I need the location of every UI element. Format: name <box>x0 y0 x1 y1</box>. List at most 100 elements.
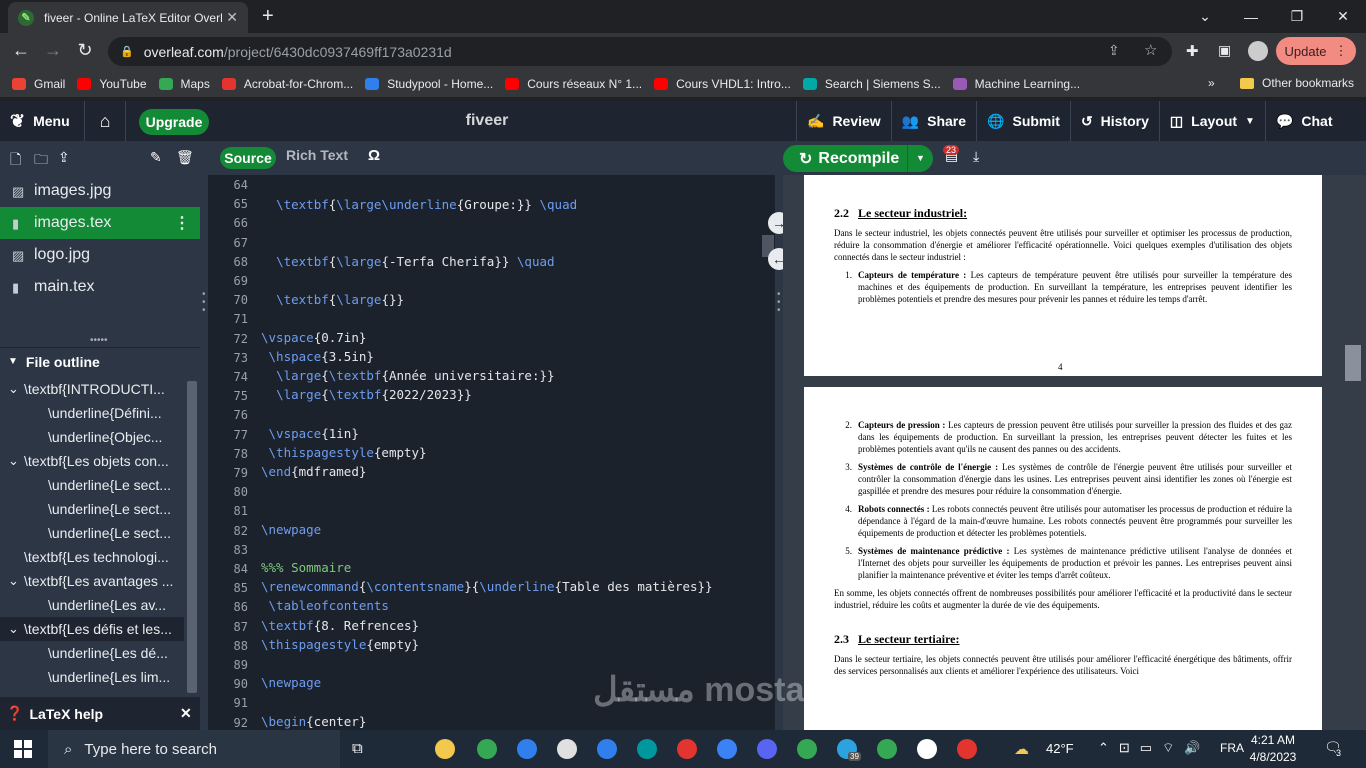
temperature[interactable]: 42°F <box>1046 741 1074 756</box>
code-editor[interactable]: \textbf{\large\underline{Groupe:}} \quad… <box>256 175 775 730</box>
file-item[interactable]: ▮ images.tex ⋮ <box>0 207 200 239</box>
chevron-down-icon[interactable]: ⌄ <box>8 453 24 469</box>
chrome-profile-icon[interactable] <box>794 737 820 761</box>
chevron-down-icon[interactable]: ⌄ <box>8 573 24 589</box>
outline-item[interactable]: ⌄ \textbf{Les objets con... <box>0 449 184 473</box>
bookmark-item[interactable]: Acrobat-for-Chrom... <box>221 77 353 91</box>
rich-text-tab[interactable]: Rich Text <box>286 147 348 163</box>
share-button[interactable]: 👥 Share <box>890 101 976 141</box>
profile-avatar[interactable] <box>1248 41 1268 61</box>
clock[interactable]: 4:21 AM 4/8/2023 <box>1240 732 1306 766</box>
latex-help-bar[interactable]: ❓ LaTeX help ✕ <box>0 697 200 730</box>
outline-item[interactable]: \underline{Le sect... <box>0 521 184 545</box>
outline-item[interactable]: ⌄ \textbf{INTRODUCTI... <box>0 377 184 401</box>
forward-icon[interactable]: → <box>38 40 68 61</box>
mail-icon[interactable] <box>514 737 540 761</box>
chevron-down-icon[interactable]: ⌄ <box>8 381 24 397</box>
tab-search-icon[interactable]: ⌄ <box>1182 0 1228 33</box>
bookmark-item[interactable]: Cours réseaux N° 1... <box>505 77 642 91</box>
outline-item[interactable]: \underline{Les dé... <box>0 641 184 665</box>
outline-item[interactable]: \textbf{Les technologi... <box>0 545 184 569</box>
menu-button[interactable]: ❦ Menu <box>10 101 70 141</box>
layout-button[interactable]: ◫ Layout ▼ <box>1158 101 1265 141</box>
chat-button[interactable]: 💬 Chat <box>1264 101 1343 141</box>
submit-button[interactable]: 🌐 Submit <box>976 101 1070 141</box>
bookmark-item[interactable]: Search | Siemens S... <box>802 77 941 91</box>
arduino-icon[interactable] <box>634 737 660 761</box>
delete-icon[interactable]: 🗑 <box>176 149 194 166</box>
outline-item[interactable]: \underline{Le sect... <box>0 497 184 521</box>
bookmark-item[interactable]: YouTube <box>77 77 147 91</box>
chrome-profile-2-icon[interactable] <box>874 737 900 761</box>
bookmark-star-icon[interactable]: ☆ <box>1144 41 1157 59</box>
close-window-icon[interactable]: ✕ <box>1320 0 1366 33</box>
close-help-icon[interactable]: ✕ <box>180 705 192 722</box>
left-splitter[interactable]: • • • <box>200 141 208 730</box>
pdf-viewer[interactable]: 2.2 Le secteur industriel: Dans le secte… <box>593 175 1366 730</box>
pdf-scrollbar[interactable] <box>1341 175 1366 730</box>
outline-item[interactable]: ⌄ \textbf{Les avantages ... <box>0 569 184 593</box>
file-item[interactable]: ▮ main.tex <box>0 271 200 303</box>
other-bookmarks[interactable]: Other bookmarks <box>1262 76 1354 90</box>
line-number: 89 <box>233 658 248 672</box>
file-explorer-icon[interactable] <box>432 737 458 761</box>
symbol-palette-button[interactable]: Ω <box>368 147 380 164</box>
chevron-down-icon[interactable]: ⌄ <box>8 621 24 637</box>
bookmark-item[interactable]: Maps <box>158 77 210 91</box>
outline-item[interactable]: \underline{Le sect... <box>0 473 184 497</box>
app-icon[interactable] <box>674 737 700 761</box>
outline-item[interactable]: \underline{Défini... <box>0 401 184 425</box>
bookmarks-overflow-icon[interactable]: » <box>1208 76 1215 90</box>
file-menu-icon[interactable]: ⋮ <box>174 213 190 233</box>
file-item[interactable]: ▨ logo.jpg <box>0 239 200 271</box>
review-button[interactable]: ✍ Review <box>796 101 891 141</box>
minimize-icon[interactable]: — <box>1228 0 1274 33</box>
outline-item[interactable]: ⌄ \textbf{Les défis et les... <box>0 617 184 641</box>
bookmark-item[interactable]: Machine Learning... <box>952 77 1080 91</box>
browser-tab[interactable]: ✎ fiveer - Online LaTeX Editor Overl ✕ <box>8 2 248 33</box>
project-name[interactable]: fiveer <box>440 101 534 141</box>
outline-item[interactable]: \underline{Les av... <box>0 593 184 617</box>
download-pdf-icon[interactable]: ⤓ <box>973 148 979 165</box>
new-folder-icon[interactable]: 🗀 <box>34 149 48 173</box>
restore-icon[interactable]: ❐ <box>1274 0 1320 33</box>
extensions-icon[interactable]: ✚ <box>1186 42 1199 60</box>
back-icon[interactable]: ← <box>6 40 36 61</box>
task-view-icon[interactable]: ⧉ <box>352 740 363 757</box>
url-field[interactable]: 🔒 overleaf.com /project/6430dc0937469ff1… <box>108 37 1172 66</box>
update-button[interactable]: Update ⋮ <box>1276 37 1356 65</box>
discord-icon[interactable] <box>754 737 780 761</box>
home-icon[interactable]: ⌂ <box>84 101 126 141</box>
share-page-icon[interactable]: ⇪ <box>1108 42 1120 59</box>
bookmark-item[interactable]: Studypool - Home... <box>365 77 493 91</box>
taskbar-search[interactable]: ⌕ Type here to search <box>48 730 340 768</box>
windows-start-icon[interactable] <box>14 740 32 758</box>
outline-item[interactable]: \underline{Objec... <box>0 425 184 449</box>
close-tab-icon[interactable]: ✕ <box>226 9 238 26</box>
notion-icon[interactable] <box>914 737 940 761</box>
upload-icon[interactable]: ⇪ <box>58 149 70 166</box>
outline-scrollbar[interactable] <box>184 377 200 697</box>
reload-icon[interactable]: ↻ <box>70 40 100 61</box>
recompile-button[interactable]: ↻ Recompile ▼ <box>783 145 933 172</box>
file-item[interactable]: ▨ images.jpg <box>0 175 200 207</box>
brackets-icon[interactable] <box>714 737 740 761</box>
side-panel-icon[interactable]: ▣ <box>1218 42 1231 59</box>
new-file-icon[interactable]: 🗋 <box>10 149 21 173</box>
new-tab-icon[interactable]: + <box>262 5 274 28</box>
resize-handle[interactable]: ••••• <box>90 335 108 346</box>
paint-icon[interactable] <box>554 737 580 761</box>
chrome-icon[interactable] <box>474 737 500 761</box>
file-outline-header[interactable]: ▼ File outline <box>0 347 200 375</box>
recompile-options-icon[interactable]: ▼ <box>907 145 933 172</box>
tray-icons[interactable]: ⌃⊡▭⌔🔊 <box>1098 740 1210 756</box>
chrome-profile-3-icon[interactable] <box>954 737 980 761</box>
source-tab[interactable]: Source <box>220 147 276 169</box>
bookmark-item[interactable]: Gmail <box>12 77 65 91</box>
history-button[interactable]: ↺ History <box>1069 101 1159 141</box>
upgrade-button[interactable]: Upgrade <box>139 109 209 135</box>
outline-item[interactable]: \underline{Les lim... <box>0 665 184 689</box>
rename-icon[interactable]: ✎ <box>150 149 162 166</box>
edge-icon[interactable] <box>594 737 620 761</box>
bookmark-item[interactable]: Cours VHDL1: Intro... <box>654 77 791 91</box>
